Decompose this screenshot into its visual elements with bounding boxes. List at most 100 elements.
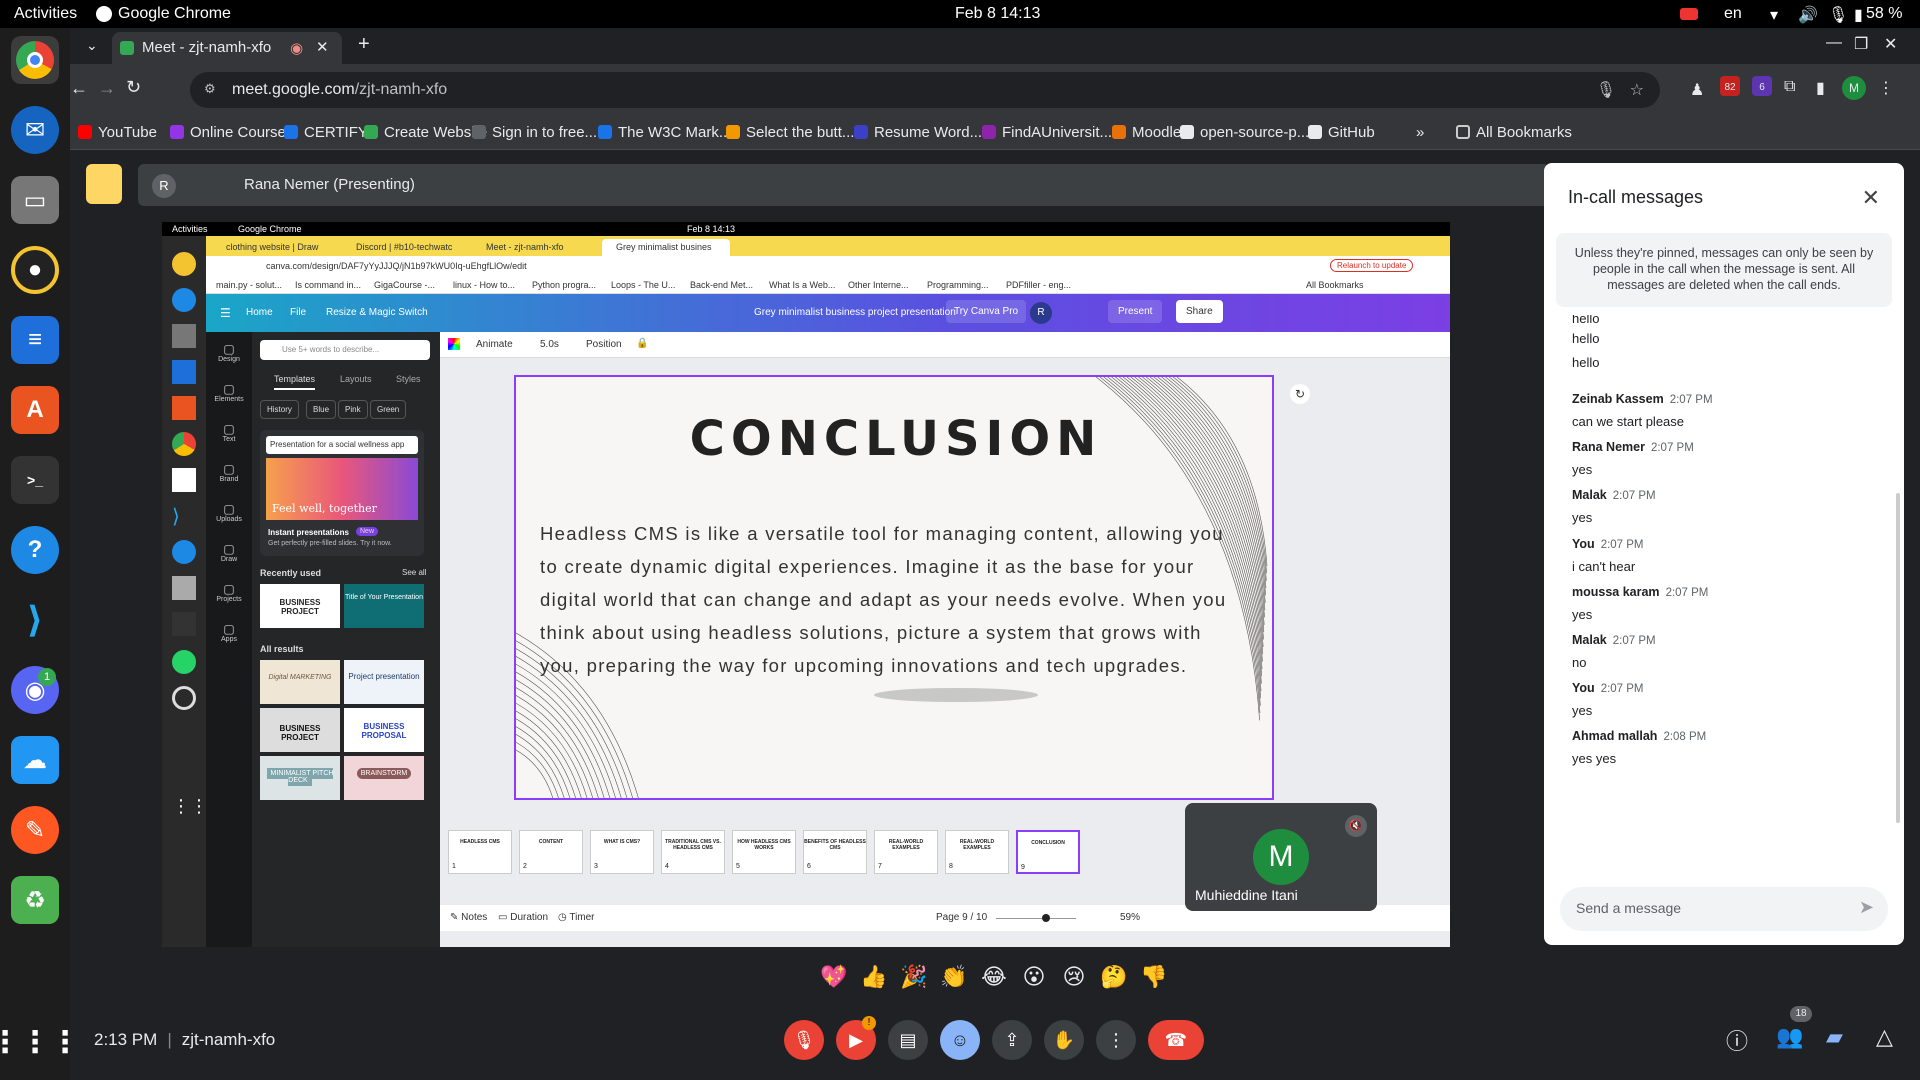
promo-image-text: Feel well, together: [272, 502, 377, 515]
draw-icon[interactable]: ✎: [11, 806, 59, 854]
side-panel-icon[interactable]: ▮: [1816, 78, 1825, 98]
shared-bookmark-item: All Bookmarks: [1306, 280, 1364, 290]
shared-bookmark-item: Back-end Met...: [690, 280, 754, 290]
presentation-icon[interactable]: [86, 164, 122, 204]
participant-tile[interactable]: M Muhieddine Itani 🔇: [1185, 803, 1377, 911]
chrome-menu-icon[interactable]: ⋮: [1878, 78, 1894, 98]
bookmark-item[interactable]: GitHub: [1308, 124, 1375, 141]
wifi-icon[interactable]: ▾: [1770, 5, 1778, 25]
window-close-icon[interactable]: ✕: [1884, 34, 1897, 54]
bookmarks-overflow[interactable]: »: [1416, 124, 1424, 141]
all-bookmarks-folder[interactable]: All Bookmarks: [1456, 124, 1572, 141]
slide-thumbnail-title: HOW HEADLESS CMS WORKS: [737, 839, 791, 851]
canva-nav-item: ▢ Apps: [206, 622, 252, 643]
vscode-icon[interactable]: ⟩: [11, 596, 59, 644]
trash-icon[interactable]: ♻: [11, 876, 59, 924]
chat-icon[interactable]: ▰: [1826, 1024, 1843, 1050]
message-sender: Rana Nemer: [1572, 440, 1645, 455]
shared-relaunch-button: Relaunch to update: [1330, 259, 1414, 272]
files-icon[interactable]: ▭: [11, 176, 59, 224]
extension-badge[interactable]: 82: [1720, 76, 1740, 96]
reaction-emoji[interactable]: 😢: [1056, 964, 1092, 990]
chrome-dock-icon[interactable]: [11, 36, 59, 84]
mic-off-button[interactable]: 🎙: [784, 1020, 824, 1060]
bookmark-item[interactable]: Online Course...: [170, 124, 298, 141]
app-name[interactable]: Google Chrome: [118, 5, 231, 23]
info-icon[interactable]: ⓘ: [1726, 1024, 1748, 1056]
reaction-emoji[interactable]: 👏: [936, 964, 972, 990]
captions-button[interactable]: ▤: [888, 1020, 928, 1060]
bookmark-item[interactable]: Moodle: [1112, 124, 1181, 141]
site-info-icon[interactable]: ⚙: [204, 81, 216, 97]
extension-icon[interactable]: ♟: [1690, 80, 1704, 100]
people-icon[interactable]: 👥: [1776, 1024, 1803, 1050]
present-button[interactable]: ⇪: [992, 1020, 1032, 1060]
send-icon[interactable]: ➤: [1859, 897, 1874, 918]
bookmark-label: Sign in to free...: [492, 124, 598, 141]
activities-icon[interactable]: △: [1876, 1024, 1893, 1050]
maximize-icon[interactable]: ❐: [1854, 34, 1868, 54]
bookmark-item[interactable]: Select the butt...: [726, 124, 854, 141]
terminal-icon[interactable]: >_: [11, 456, 59, 504]
rhythmbox-icon[interactable]: ●: [11, 246, 59, 294]
message-sender: Ahmad mallah: [1572, 729, 1658, 744]
settings-cloud-icon[interactable]: ☁: [11, 736, 59, 784]
volume-icon[interactable]: 🔊: [1798, 5, 1818, 25]
reaction-emoji[interactable]: 😂: [976, 964, 1012, 990]
reload-icon[interactable]: ↻: [126, 77, 141, 98]
record-indicator-icon[interactable]: [1680, 8, 1698, 20]
bookmark-item[interactable]: YouTube: [78, 124, 157, 141]
tab-close-icon[interactable]: ✕: [316, 38, 329, 56]
reaction-emoji[interactable]: 😮: [1016, 964, 1052, 990]
bookmark-item[interactable]: open-source-p...: [1180, 124, 1309, 141]
new-tab-icon[interactable]: +: [358, 33, 370, 56]
close-icon[interactable]: ✕: [1862, 185, 1880, 211]
bookmark-item[interactable]: Resume Word...: [854, 124, 982, 141]
extension-badge-2[interactable]: 6: [1752, 76, 1772, 96]
more-options-button[interactable]: ⋮: [1096, 1020, 1136, 1060]
bookmark-star-icon[interactable]: ☆: [1630, 80, 1644, 100]
message-list[interactable]: hello hello hello Zeinab Kassem 2:07 PM ca…: [1544, 315, 1904, 855]
chat-scrollbar[interactable]: [1896, 493, 1900, 823]
writer-icon[interactable]: ≡: [11, 316, 59, 364]
reaction-emoji[interactable]: 👍: [856, 964, 892, 990]
minimize-icon[interactable]: —: [1826, 34, 1842, 52]
reaction-emoji[interactable]: 💖: [816, 964, 852, 990]
recently-used-label: Recently used: [260, 568, 322, 578]
language-indicator[interactable]: en: [1724, 5, 1742, 23]
raise-hand-button[interactable]: ✋: [1044, 1020, 1084, 1060]
shared-bookmark-item: Programming...: [927, 280, 989, 290]
clock[interactable]: Feb 8 14:13: [955, 5, 1040, 23]
shared-help-icon: [172, 540, 196, 564]
mic-permission-icon[interactable]: 🎙: [1596, 80, 1616, 100]
reaction-emoji[interactable]: 👎: [1136, 964, 1172, 990]
tab-search-icon[interactable]: ⌄: [86, 37, 98, 54]
reactions-button[interactable]: ☺: [940, 1020, 980, 1060]
activities-button[interactable]: Activities: [14, 5, 77, 23]
bookmark-item[interactable]: The W3C Mark...: [598, 124, 731, 141]
bookmark-item[interactable]: Sign in to free...: [472, 124, 597, 141]
extensions-puzzle-icon[interactable]: ⧉: [1784, 78, 1795, 96]
bookmark-item[interactable]: Create Website: [364, 124, 487, 141]
battery-icon[interactable]: ▮: [1854, 5, 1863, 25]
back-icon[interactable]: ←: [70, 78, 88, 99]
bookmark-item[interactable]: CERTIFY: [284, 124, 368, 141]
reaction-emoji[interactable]: 🎉: [896, 964, 932, 990]
help-icon[interactable]: ?: [11, 526, 59, 574]
show-apps-icon[interactable]: ⋮⋮⋮: [0, 1018, 80, 1066]
profile-avatar[interactable]: M: [1842, 76, 1866, 100]
thunderbird-icon[interactable]: ✉: [11, 106, 59, 154]
tab-meet[interactable]: Meet - zjt-namh-xfo ◉ ✕: [112, 32, 342, 64]
leave-call-button[interactable]: ☎: [1148, 1020, 1204, 1060]
canva-toolbar: Animate 5.0s Position 🔒: [440, 332, 1450, 358]
reaction-emoji[interactable]: 🤔: [1096, 964, 1132, 990]
bookmark-item[interactable]: FindAUniversit...: [982, 124, 1112, 141]
software-center-icon[interactable]: A: [11, 386, 59, 434]
forward-icon[interactable]: →: [98, 78, 116, 99]
canva-nav-icon: ▢: [223, 422, 235, 436]
chat-message: Malak 2:07 PM no: [1572, 632, 1656, 670]
address-bar[interactable]: ⚙ meet.google.com/zjt-namh-xfo 🎙 ☆: [190, 72, 1660, 108]
mic-icon[interactable]: 🎙: [1828, 5, 1848, 25]
send-message-input[interactable]: Send a message ➤: [1560, 887, 1888, 931]
meeting-code: zjt-namh-xfo: [181, 1030, 276, 1049]
